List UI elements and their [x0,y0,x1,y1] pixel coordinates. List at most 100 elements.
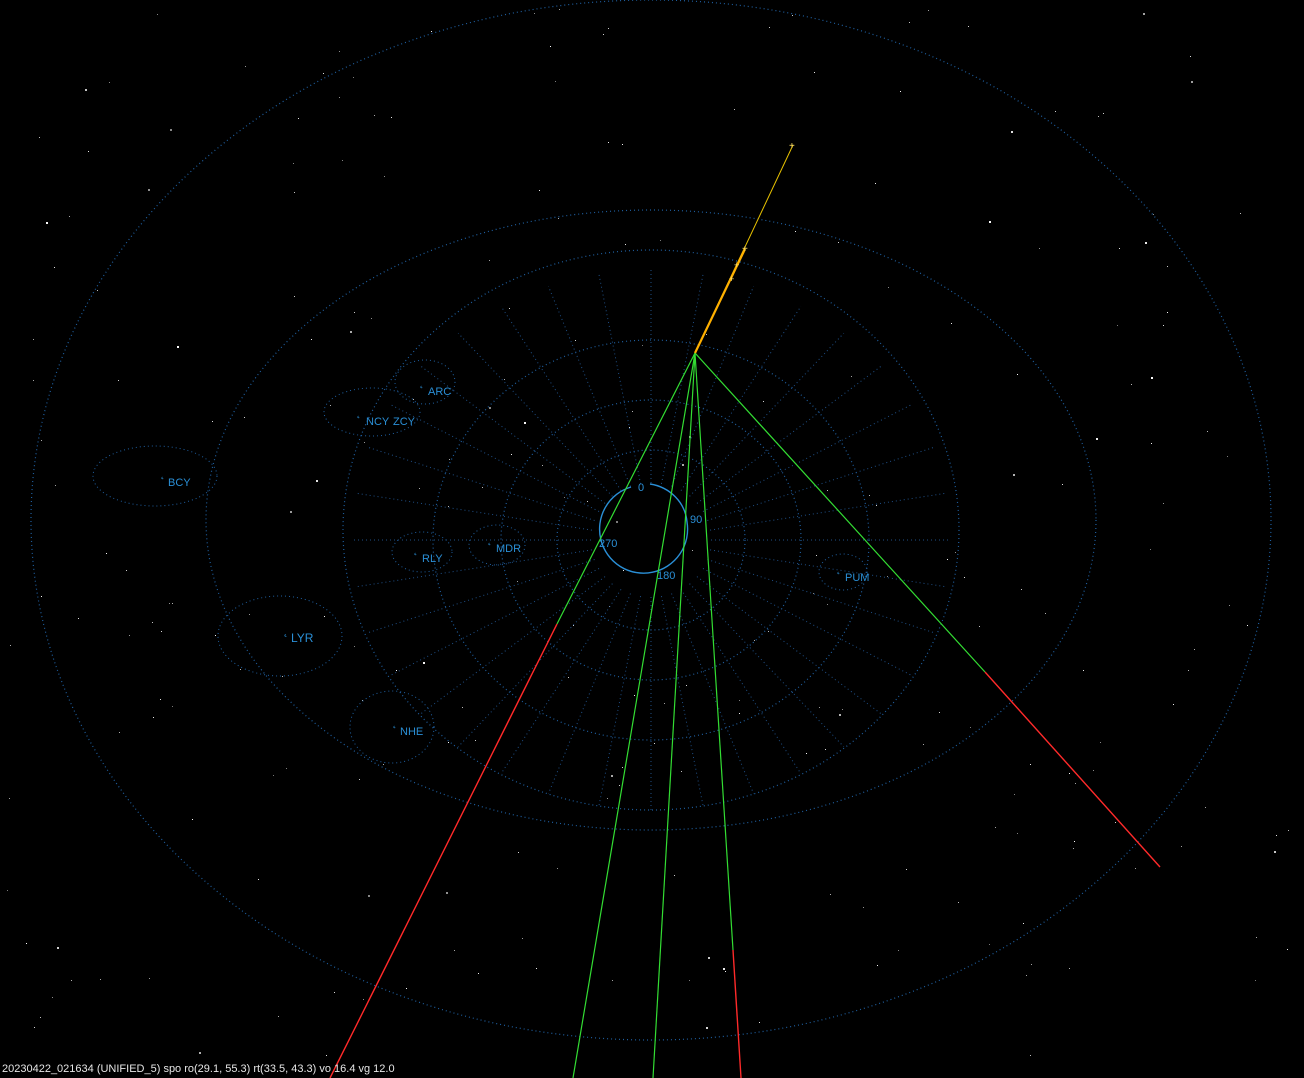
star [792,15,793,16]
star [568,677,569,678]
star [199,1052,201,1054]
star [1163,325,1164,326]
star [290,511,292,513]
shower-marker-ncy: ˛ [357,407,361,419]
star [725,971,726,972]
star [1100,742,1101,743]
star [1227,456,1228,457]
star [692,550,693,551]
star [240,669,241,670]
star [1030,764,1031,765]
star [1075,783,1076,784]
meteor-point-marker: + [789,141,795,152]
star [324,616,325,617]
star [1017,374,1018,375]
star [888,287,889,288]
star [664,703,665,704]
star [607,798,608,799]
star [632,411,633,412]
star [681,771,682,772]
star [928,10,929,11]
star [1256,937,1257,938]
star [212,421,213,422]
star [293,163,294,164]
star [57,947,59,949]
shower-label-arc: ARC [428,386,451,398]
star [419,488,420,489]
star [462,707,463,708]
star [634,695,635,696]
grid-spoke [355,549,592,588]
grid-spoke [390,404,600,512]
star [350,331,352,333]
star [723,968,725,970]
shower-label-ncy: NCY [366,416,390,428]
star [311,339,312,340]
star [979,626,980,627]
grid-spoke [547,286,631,487]
shower-label-pum: PUM [845,572,869,584]
star [169,603,170,604]
star [622,144,623,145]
star [1135,868,1136,869]
trajectory-green-3 [652,352,696,1078]
star [413,399,414,400]
meteor-track: + + + + [694,141,795,354]
trajectory-green-1 [556,352,696,625]
star [192,819,193,820]
star [363,999,364,1000]
grid-spoke [702,568,912,676]
star [958,902,959,903]
star [258,879,259,880]
star [1190,56,1191,57]
shower-marker-nhe: ˛ [393,717,397,729]
star [1194,649,1195,650]
star [374,115,375,116]
shower-label-mdr: MDR [496,543,521,555]
star [869,495,870,496]
star [298,118,299,119]
star [342,160,343,161]
star [7,890,8,891]
star [1117,325,1118,326]
star [109,82,110,83]
star [608,28,609,29]
grid-spoke [355,492,592,531]
star [555,81,556,82]
grid-ring [30,0,1272,1041]
sky-map: 0 90 180 270 ˛ ARC ˛ NCY ZCY ˛ BCY ˛ RLY… [7,0,1289,1078]
star [1151,377,1153,379]
star [177,346,179,348]
star [816,555,817,556]
star [887,576,888,577]
star [839,714,841,716]
grid-spoke [368,447,595,521]
grid-spoke [707,559,934,633]
star [1173,704,1174,705]
star [1103,113,1104,114]
star [539,190,540,191]
star [682,464,684,466]
grid-ring [556,449,746,631]
star [1207,431,1208,432]
grid-spoke [500,305,622,491]
shower-labels: ˛ ARC ˛ NCY ZCY ˛ BCY ˛ RLY ˛ MDR ˛ PUM … [161,377,869,738]
star [249,614,250,615]
grid-spoke [702,404,912,512]
grid-spoke [598,274,642,484]
star [517,581,518,582]
star [364,442,365,443]
star [557,868,558,869]
star [40,1017,41,1018]
grid-spoke [368,559,595,633]
star [406,988,407,989]
star [524,422,526,424]
star [806,753,807,754]
star [475,740,476,741]
star [686,685,687,686]
grid-spoke [680,589,802,775]
star [1151,443,1152,444]
star [88,151,89,152]
star [339,51,340,52]
star [1011,131,1013,133]
